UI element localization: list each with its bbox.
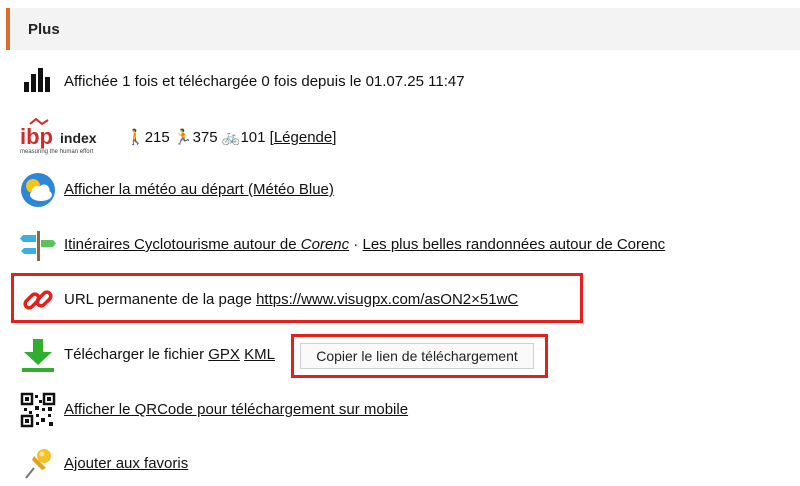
weather-link[interactable]: Afficher la météo au départ (Météo Blue)	[64, 181, 334, 198]
bar-chart-icon	[24, 68, 50, 92]
copy-download-link-button[interactable]: Copier le lien de téléchargement	[300, 343, 534, 369]
ibp-logo-sub: index	[60, 130, 97, 146]
ibp-logo-text: ibp	[20, 124, 53, 149]
bicycle-icon: 🚲	[221, 129, 241, 146]
ibp-row: ibp index measuring the human effort 🚶21…	[20, 118, 360, 155]
download-row: Télécharger le fichier GPX KML	[20, 337, 300, 373]
ibp-logo-tagline: measuring the human effort	[20, 149, 94, 155]
randonnees-link[interactable]: Les plus belles randonnées autour de Cor…	[362, 236, 665, 253]
download-text: Télécharger le fichier GPX KML	[64, 346, 275, 363]
hiker-icon: 🚶	[126, 129, 145, 146]
section-header: Plus	[6, 8, 800, 50]
ibp-legend-link[interactable]: Légende	[274, 129, 332, 146]
permalink-url[interactable]: https://www.visugpx.com/asON2×51wC	[256, 291, 518, 308]
pushpin-icon	[25, 449, 51, 479]
permalink-label: URL permanente de la page	[64, 291, 257, 308]
favorites-row: Ajouter aux favoris	[20, 446, 220, 482]
cyclotourisme-link[interactable]: Itinéraires Cyclotourisme autour de Core…	[64, 236, 349, 253]
download-arrow-icon	[22, 339, 54, 372]
chain-link-icon	[23, 290, 53, 310]
weather-row: Afficher la météo au départ (Météo Blue)	[20, 172, 380, 208]
ibp-index-logo[interactable]: ibp index measuring the human effort	[20, 118, 110, 158]
gpx-link[interactable]: GPX	[208, 346, 240, 363]
favorites-link[interactable]: Ajouter aux favoris	[64, 455, 188, 472]
qrcode-link[interactable]: Afficher le QRCode pour téléchargement s…	[64, 401, 408, 418]
qr-code-icon	[20, 392, 56, 428]
section-title: Plus	[28, 21, 60, 38]
ibp-stats: 🚶215 🏃375 🚲101 [Légende]	[126, 129, 337, 146]
stats-text: Affichée 1 fois et téléchargée 0 fois de…	[64, 73, 465, 90]
weather-cloud-icon	[21, 173, 55, 207]
runner-icon: 🏃	[173, 129, 193, 146]
cyclotourisme-link-prefix: Itinéraires Cyclotourisme autour de	[64, 236, 301, 253]
ibp-run-value: 375	[192, 129, 218, 146]
download-label: Télécharger le fichier	[64, 346, 209, 363]
signpost-icon	[20, 231, 56, 261]
itineraries-row: Itinéraires Cyclotourisme autour de Core…	[20, 227, 720, 263]
links-separator: ·	[349, 236, 363, 253]
cyclotourisme-link-place: Corenc	[300, 236, 350, 253]
kml-link[interactable]: KML	[244, 346, 275, 363]
itineraries-links: Itinéraires Cyclotourisme autour de Core…	[64, 236, 665, 253]
ibp-hike-value: 215	[144, 129, 170, 146]
qrcode-row: Afficher le QRCode pour téléchargement s…	[20, 392, 460, 428]
permalink-text: URL permanente de la page https://www.vi…	[64, 291, 518, 308]
ibp-bike-value: 101	[240, 129, 266, 146]
permalink-row: URL permanente de la page https://www.vi…	[20, 282, 580, 318]
stats-row: Affichée 1 fois et téléchargée 0 fois de…	[20, 64, 500, 100]
